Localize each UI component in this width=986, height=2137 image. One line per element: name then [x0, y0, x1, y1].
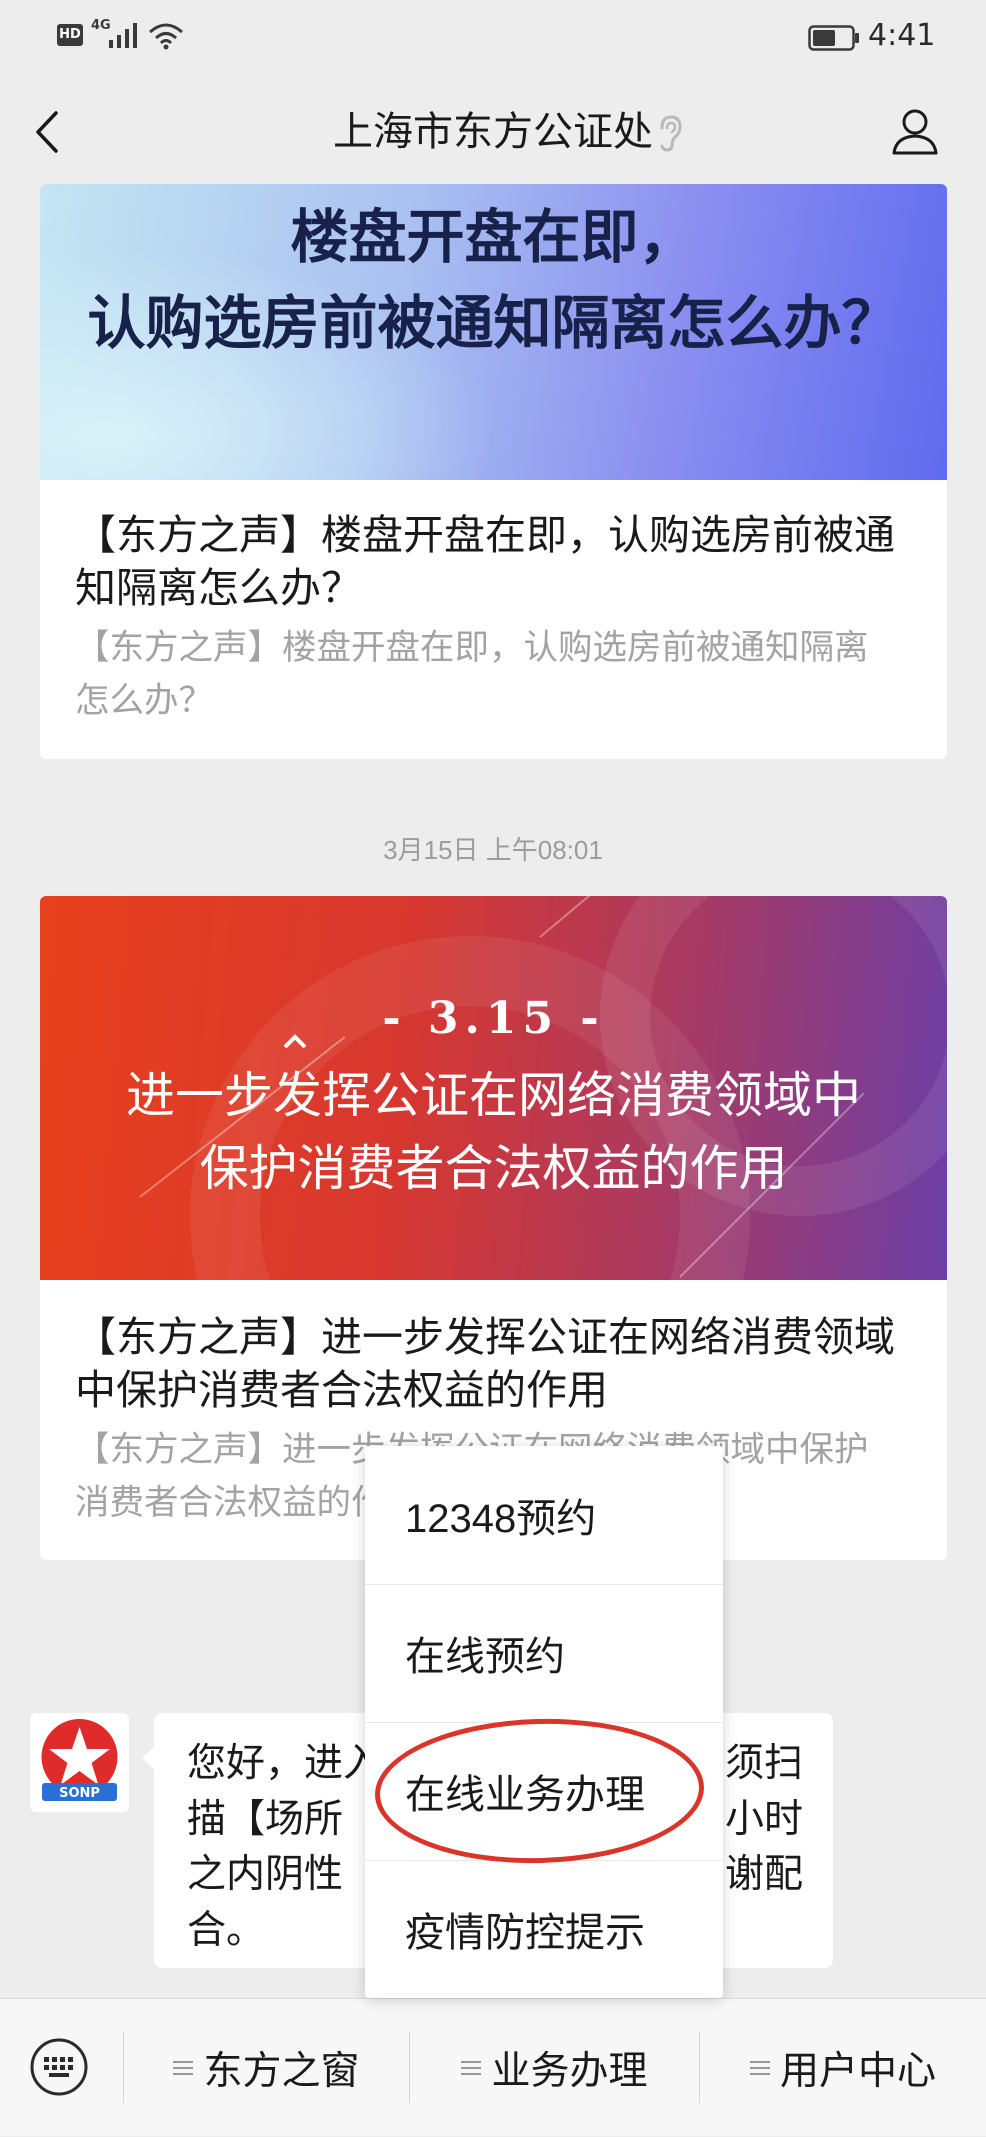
menu-item-online-appointment[interactable]: 在线预约 [365, 1584, 723, 1722]
message-line: 描【场所 [187, 1798, 344, 1841]
message-line-fragment: 小时 [724, 1798, 803, 1841]
person-icon[interactable] [890, 107, 940, 157]
clock: 4:41 [868, 18, 936, 53]
message-timestamp: 3月15日 上午08:01 [383, 835, 603, 865]
menu-lines-icon [749, 2061, 770, 2075]
article-title: 【东方之声】进一步发挥公证在网络消费领域中保护消费者合法权益的作用 [75, 1314, 895, 1413]
hd-badge: HD [57, 24, 83, 46]
article-banner: 楼盘开盘在即， 认购选房前被通知隔离怎么办？ [40, 184, 947, 480]
signal-icon [109, 23, 137, 48]
article-title: 【东方之声】楼盘开盘在即，认购选房前被通知隔离怎么办？ [75, 512, 895, 611]
banner-heading-line: 认购选房前被通知隔离怎么办？ [87, 291, 900, 356]
ear-icon[interactable] [656, 114, 684, 152]
article-banner: - 3.15 - 进一步发挥公证在网络消费领域中 保护消费者合法权益的作用 [40, 896, 947, 1280]
tab-label: 东方之窗 [203, 2050, 360, 2093]
menu-lines-icon [173, 2061, 194, 2075]
logo-text: SONP [59, 1786, 100, 1801]
tab-dongfang-window[interactable]: 东方之窗 [124, 1999, 409, 2137]
menu-lines-icon [461, 2061, 482, 2075]
tab-user-center[interactable]: 用户中心 [700, 1999, 986, 2137]
wifi-icon [149, 23, 183, 50]
banner-heading-line: 楼盘开盘在即， [290, 205, 697, 270]
article-card[interactable]: 楼盘开盘在即， 认购选房前被通知隔离怎么办？ 【东方之声】楼盘开盘在即，认购选房… [40, 184, 947, 759]
menu-item-epidemic-tips[interactable]: 疫情防控提示 [365, 1860, 723, 1998]
status-bar: HD 4G 4:41 [0, 0, 986, 75]
article-description: 【东方之声】楼盘开盘在即，认购选房前被通知隔离怎么办？ [75, 629, 869, 720]
keyboard-icon[interactable] [29, 2037, 89, 2097]
page-title: 上海市东方公证处 [333, 110, 653, 154]
tab-business[interactable]: 业务办理 [410, 1999, 699, 2137]
battery-icon [808, 25, 859, 51]
avatar[interactable]: SONP [30, 1713, 129, 1812]
message-line: 合。 [187, 1909, 266, 1952]
tab-label: 业务办理 [491, 2050, 648, 2093]
message-line-fragment: 须扫 [724, 1742, 803, 1785]
message-line: 您好，进入 [187, 1742, 383, 1785]
menu-item-12348-appointment[interactable]: 12348预约 [365, 1446, 723, 1584]
message-line: 之内阴性 [187, 1853, 344, 1896]
banner-heading-line: 进一步发挥公证在网络消费领域中 [125, 1069, 861, 1123]
tab-label: 用户中心 [779, 2050, 936, 2093]
banner-heading-line: 保护消费者合法权益的作用 [199, 1142, 788, 1196]
message-line-fragment: 谢配 [724, 1853, 803, 1896]
banner-tag: - 3.15 - [382, 993, 605, 1044]
bottom-menu-bar: 东方之窗 业务办理 用户中心 [0, 1998, 986, 2136]
header-bar: 上海市东方公证处 [0, 75, 986, 184]
